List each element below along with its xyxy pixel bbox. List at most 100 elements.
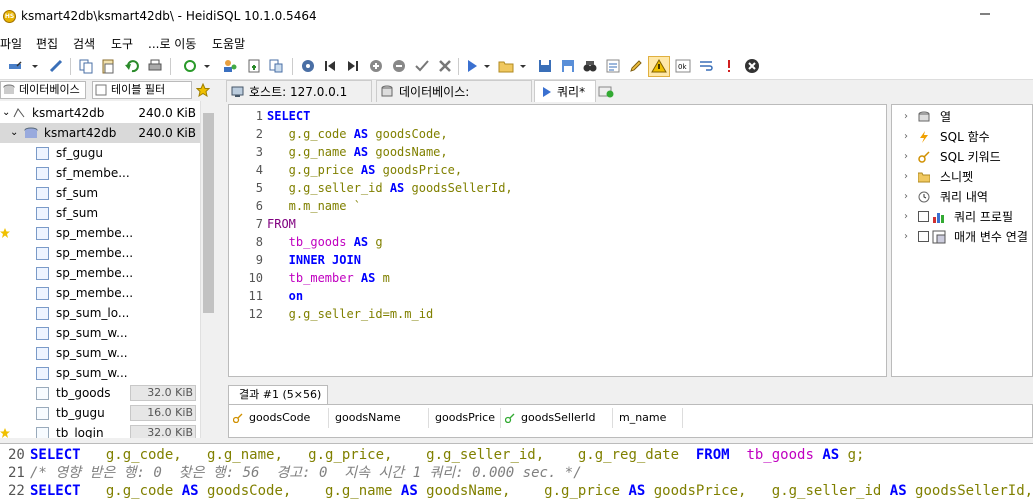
chevron-down-icon[interactable]: ⌄ [10,123,18,143]
menu-help[interactable]: 도움말 [212,35,245,52]
menu-file[interactable]: 파일 [0,35,22,52]
menu-edit[interactable]: 편집 [36,35,58,52]
binoculars-icon[interactable] [582,58,598,74]
bind-params-checkbox[interactable] [918,231,929,242]
helper-label: SQL 키워드 [940,150,1001,164]
helper-query-profile[interactable]: › 쿼리 프로필 [892,207,1032,227]
tab-databases[interactable]: 데이터베이스 [0,81,86,99]
add-row-icon[interactable] [368,58,384,74]
sql-editor[interactable]: 1 2 3 4 5 6 7 8 9 10 11 12 SELECT g.g_code AS goods… [228,104,887,377]
tree-item[interactable]: sp_sum_lo... [0,303,200,323]
tree-item[interactable]: sp_membe... [0,223,200,243]
results-tab[interactable]: 결과 #1 (5×56) [228,385,328,404]
menu-search[interactable]: 검색 [73,35,95,52]
tree-scrollbar-thumb[interactable] [203,113,214,313]
tree-root-host[interactable]: ⌄ ksmart42db 240.0 KiB [0,103,200,123]
chevron-down-icon[interactable] [482,58,492,74]
helper-sql-functions[interactable]: › SQL 함수 [892,127,1032,147]
tab-table-filter[interactable]: 테이블 필터 [92,81,192,99]
number-format-icon[interactable]: 0k [675,58,691,74]
column-header[interactable]: goodsPrice [429,408,501,428]
code-line: tb_member AS m [267,271,390,285]
tree-db-ksmart42db[interactable]: ⌄ ksmart42db 240.0 KiB [0,123,200,143]
code-token: m.m_name ` [267,199,361,213]
line-gutter: 1 2 3 4 5 6 7 8 9 10 11 12 [229,105,265,376]
tab-database[interactable]: 데이터베이스: ksmart42db [376,80,532,121]
text-format-icon[interactable] [605,58,621,74]
tree-item[interactable]: tb_goods 32.0 KiB [0,383,200,403]
post-check-icon[interactable] [414,58,430,74]
tree-item[interactable]: sf_sum [0,203,200,223]
line-number: 1 [255,109,263,123]
helper-sql-keywords[interactable]: › SQL 키워드 [892,147,1032,167]
line-number: 10 [248,271,263,285]
log-line: 21 /* 영향 받은 행: 0 찾은 행: 56 경고: 0 지속 시간 1 쿼… [0,464,1033,482]
column-header-label: m_name [619,411,667,424]
run-query-icon[interactable] [464,58,480,74]
import-icon[interactable] [246,58,262,74]
code-token: tb_member [267,271,361,285]
sql-log[interactable]: 20 SELECT g.g_code, g.g_name, g.g_price, … [0,443,1033,501]
results-grid[interactable]: goodsCode goodsName goodsPrice goodsSell… [228,404,1033,438]
tree-item[interactable]: tb_gugu 16.0 KiB [0,403,200,423]
tree-scrollbar[interactable] [200,101,215,438]
open-file-icon[interactable] [498,58,514,74]
query-profile-checkbox[interactable] [918,211,929,222]
save-snippet-icon[interactable] [560,58,576,74]
chevron-down-icon[interactable] [518,58,528,74]
connect-icon[interactable] [7,58,23,74]
helper-snippets[interactable]: › 스니펫 [892,167,1032,187]
skip-forward-icon[interactable] [345,58,361,74]
close-circle-icon[interactable] [744,58,760,74]
chevron-down-icon[interactable] [30,58,40,74]
column-header[interactable]: m_name [613,408,683,428]
minimize-icon[interactable] [979,8,991,20]
tree-item[interactable]: sp_membe... [0,283,200,303]
chevron-down-icon[interactable]: ⌄ [2,103,10,123]
code-token: AS [360,163,376,177]
tree-item[interactable]: sp_sum_w... [0,343,200,363]
undo-icon[interactable] [124,58,140,74]
export-icon[interactable] [268,58,284,74]
skip-back-icon[interactable] [322,58,338,74]
edit-pencil-icon[interactable] [628,58,644,74]
helper-bind-params[interactable]: › 매개 변수 연결 [892,227,1032,247]
refresh-icon[interactable] [182,58,198,74]
chevron-down-icon[interactable] [202,58,212,74]
paste-icon[interactable] [100,58,116,74]
menu-tools[interactable]: 도구 [111,35,133,52]
tree-item[interactable]: sf_membe... [0,163,200,183]
first-record-icon[interactable] [300,58,316,74]
tree-item[interactable]: sp_membe... [0,263,200,283]
tree-item[interactable]: sf_gugu [0,143,200,163]
log-token: tb_goods [729,447,823,463]
menu-goto[interactable]: ...로 이동 [148,35,196,52]
disconnect-icon[interactable] [48,58,64,74]
column-header[interactable]: goodsCode [229,408,329,428]
helper-query-history[interactable]: › 쿼리 내역 [892,187,1032,207]
tree-item[interactable]: sp_membe... [0,243,200,263]
tree-item[interactable]: tb_login 32.0 KiB [0,423,200,438]
delete-row-icon[interactable] [391,58,407,74]
tab-query[interactable]: 쿼리* [534,80,596,102]
stop-exclamation-icon[interactable] [721,58,737,74]
tree-item[interactable]: sp_sum_w... [0,363,200,383]
print-icon[interactable] [147,58,163,74]
save-icon[interactable] [537,58,553,74]
tree-item[interactable]: sf_sum [0,183,200,203]
column-header[interactable]: goodsSellerId [501,408,613,428]
helper-columns[interactable]: › 열 [892,107,1032,127]
tree-db-label: ksmart42db [44,126,117,140]
copy-icon[interactable] [78,58,94,74]
tree-item[interactable]: sp_sum_w... [0,323,200,343]
tab-host[interactable]: 호스트: 127.0.0.1 [226,80,372,102]
code-token: AS [353,145,369,159]
word-wrap-icon[interactable] [698,58,714,74]
star-icon[interactable] [196,83,210,97]
warning-icon[interactable] [651,58,667,74]
code-token: g.g_price [267,163,361,177]
new-query-tab-icon[interactable] [598,84,614,98]
user-manager-icon[interactable] [222,58,238,74]
cancel-x-icon[interactable] [437,58,453,74]
column-header[interactable]: goodsName [329,408,429,428]
